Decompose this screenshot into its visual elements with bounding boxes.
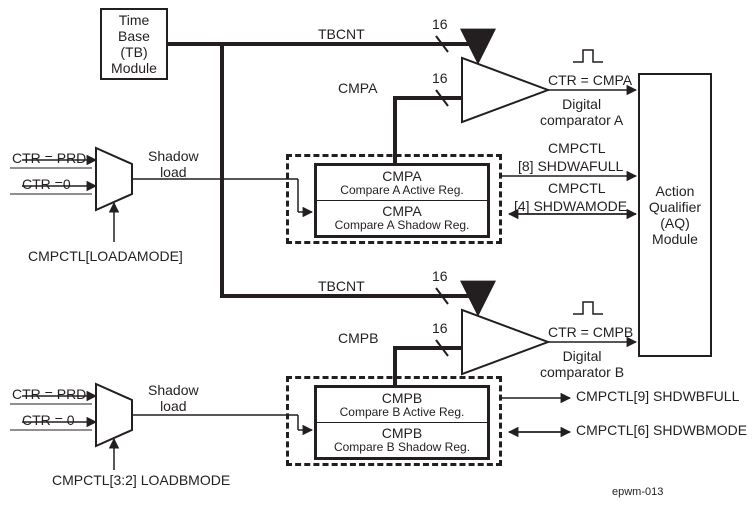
tb-l1: Time (119, 12, 150, 28)
ctr-eq-cmpb: CTR = CMPB (548, 324, 633, 340)
aq-l1: Action (656, 183, 695, 199)
figure-id: epwm-013 (612, 486, 663, 499)
shadow-load-a: Shadow load (148, 148, 199, 180)
cmpa-shadow-name: CMPA (321, 203, 483, 219)
bus16-a2: 16 (432, 70, 448, 86)
bus16-b2: 16 (432, 320, 448, 336)
cmpb-active-desc: Compare B Active Reg. (321, 406, 483, 420)
cmpa-active-name: CMPA (321, 168, 483, 184)
cmpb-active-name: CMPB (321, 390, 483, 406)
cmpa-register-pair: CMPA Compare A Active Reg. CMPA Compare … (314, 163, 490, 238)
shdwbmode-label: CMPCTL[6] SHDWBMODE (576, 422, 747, 438)
aq-l4: Module (652, 231, 698, 247)
cmpb-shadow-desc: Compare B Shadow Reg. (321, 441, 483, 455)
cmpctl-a2-top: CMPCTL (548, 180, 606, 196)
tbcnt-label-b: TBCNT (318, 278, 365, 294)
ctr-eq-cmpa: CTR = CMPA (548, 72, 632, 88)
bus16-a1: 16 (432, 16, 448, 32)
ctr-prd-b: CTR = PRD (12, 386, 86, 402)
tb-l4: Module (111, 60, 157, 76)
ctr-zero-a: CTR =0 (22, 176, 71, 192)
cmpb-shadow-name: CMPB (321, 425, 483, 441)
ctr-prd-a: CTR = PRD (12, 150, 86, 166)
tb-l2: Base (118, 28, 150, 44)
cmpb-register-pair: CMPB Compare B Active Reg. CMPB Compare … (314, 385, 490, 460)
bus16-b1: 16 (432, 268, 448, 284)
shdwbfull-label: CMPCTL[9] SHDWBFULL (576, 388, 739, 404)
loadamode-label: CMPCTL[LOADAMODE] (28, 248, 183, 264)
tb-l3: (TB) (120, 44, 147, 60)
loadbmode-label: CMPCTL[3:2] LOADBMODE (52, 472, 230, 488)
cmpa-active-desc: Compare A Active Reg. (321, 184, 483, 198)
tbcnt-label-a: TBCNT (318, 26, 365, 42)
aq-l3: (AQ) (660, 215, 690, 231)
ctr-zero-b: CTR = 0 (22, 412, 75, 428)
shdwamode-label: [4] SHDWAMODE (514, 198, 627, 214)
cmpctl-a1-top: CMPCTL (548, 140, 606, 156)
time-base-block: Time Base (TB) Module (100, 8, 168, 80)
shdwafull-label: [8] SHDWAFULL (518, 158, 623, 174)
shadow-load-b: Shadow load (148, 382, 199, 414)
cmpa-bus-label: CMPA (338, 80, 377, 96)
action-qualifier-block: Action Qualifier (AQ) Module (638, 73, 712, 357)
cmpa-shadow-desc: Compare A Shadow Reg. (321, 219, 483, 233)
digital-comparator-b: Digital comparator B (540, 348, 624, 380)
cmpb-bus-label: CMPB (338, 330, 378, 346)
aq-l2: Qualifier (649, 199, 701, 215)
digital-comparator-a: Digital comparator A (540, 96, 623, 128)
